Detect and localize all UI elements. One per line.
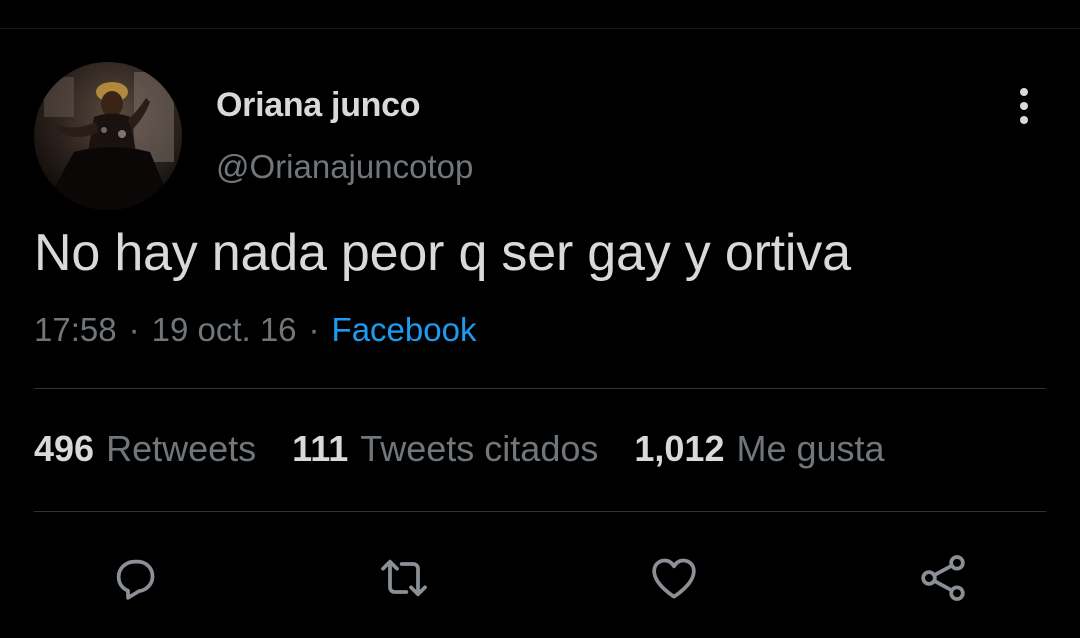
meta-separator: · <box>308 311 320 348</box>
quotes-count: 111 <box>292 428 349 469</box>
share-button[interactable] <box>913 548 973 608</box>
tweet-text: No hay nada peor q ser gay y ortiva <box>34 224 851 282</box>
tweet-meta: 17:58 · 19 oct. 16 · Facebook <box>34 311 476 349</box>
retweet-button[interactable] <box>374 548 434 608</box>
retweets-count: 496 <box>34 428 95 469</box>
divider <box>34 388 1046 389</box>
quotes-stat[interactable]: 111 Tweets citados <box>292 428 598 470</box>
avatar-image <box>34 62 182 210</box>
user-handle[interactable]: @Orianajuncotop <box>216 148 473 186</box>
tweet-stats: 496 Retweets 111 Tweets citados 1,012 Me gu… <box>34 428 885 470</box>
more-options-button[interactable] <box>1004 84 1044 128</box>
quotes-label: Tweets citados <box>360 428 599 469</box>
like-button[interactable] <box>644 548 704 608</box>
likes-count: 1,012 <box>634 428 725 469</box>
reply-icon <box>116 559 155 600</box>
tweet-date[interactable]: 19 oct. 16 <box>152 311 297 348</box>
more-vertical-icon <box>1020 88 1028 124</box>
meta-separator: · <box>128 311 140 348</box>
top-divider <box>0 28 1080 29</box>
tweet-time[interactable]: 17:58 <box>34 311 117 348</box>
tweet-source-link[interactable]: Facebook <box>332 311 477 348</box>
share-icon <box>921 555 965 601</box>
avatar[interactable] <box>34 62 182 210</box>
likes-label: Me gusta <box>736 428 885 469</box>
retweet-icon <box>381 559 427 597</box>
reply-button[interactable] <box>105 548 165 608</box>
divider <box>34 511 1046 512</box>
heart-icon <box>652 558 696 599</box>
display-name[interactable]: Oriana junco <box>216 86 421 125</box>
likes-stat[interactable]: 1,012 Me gusta <box>634 428 884 470</box>
retweets-label: Retweets <box>106 428 257 469</box>
retweets-stat[interactable]: 496 Retweets <box>34 428 256 470</box>
